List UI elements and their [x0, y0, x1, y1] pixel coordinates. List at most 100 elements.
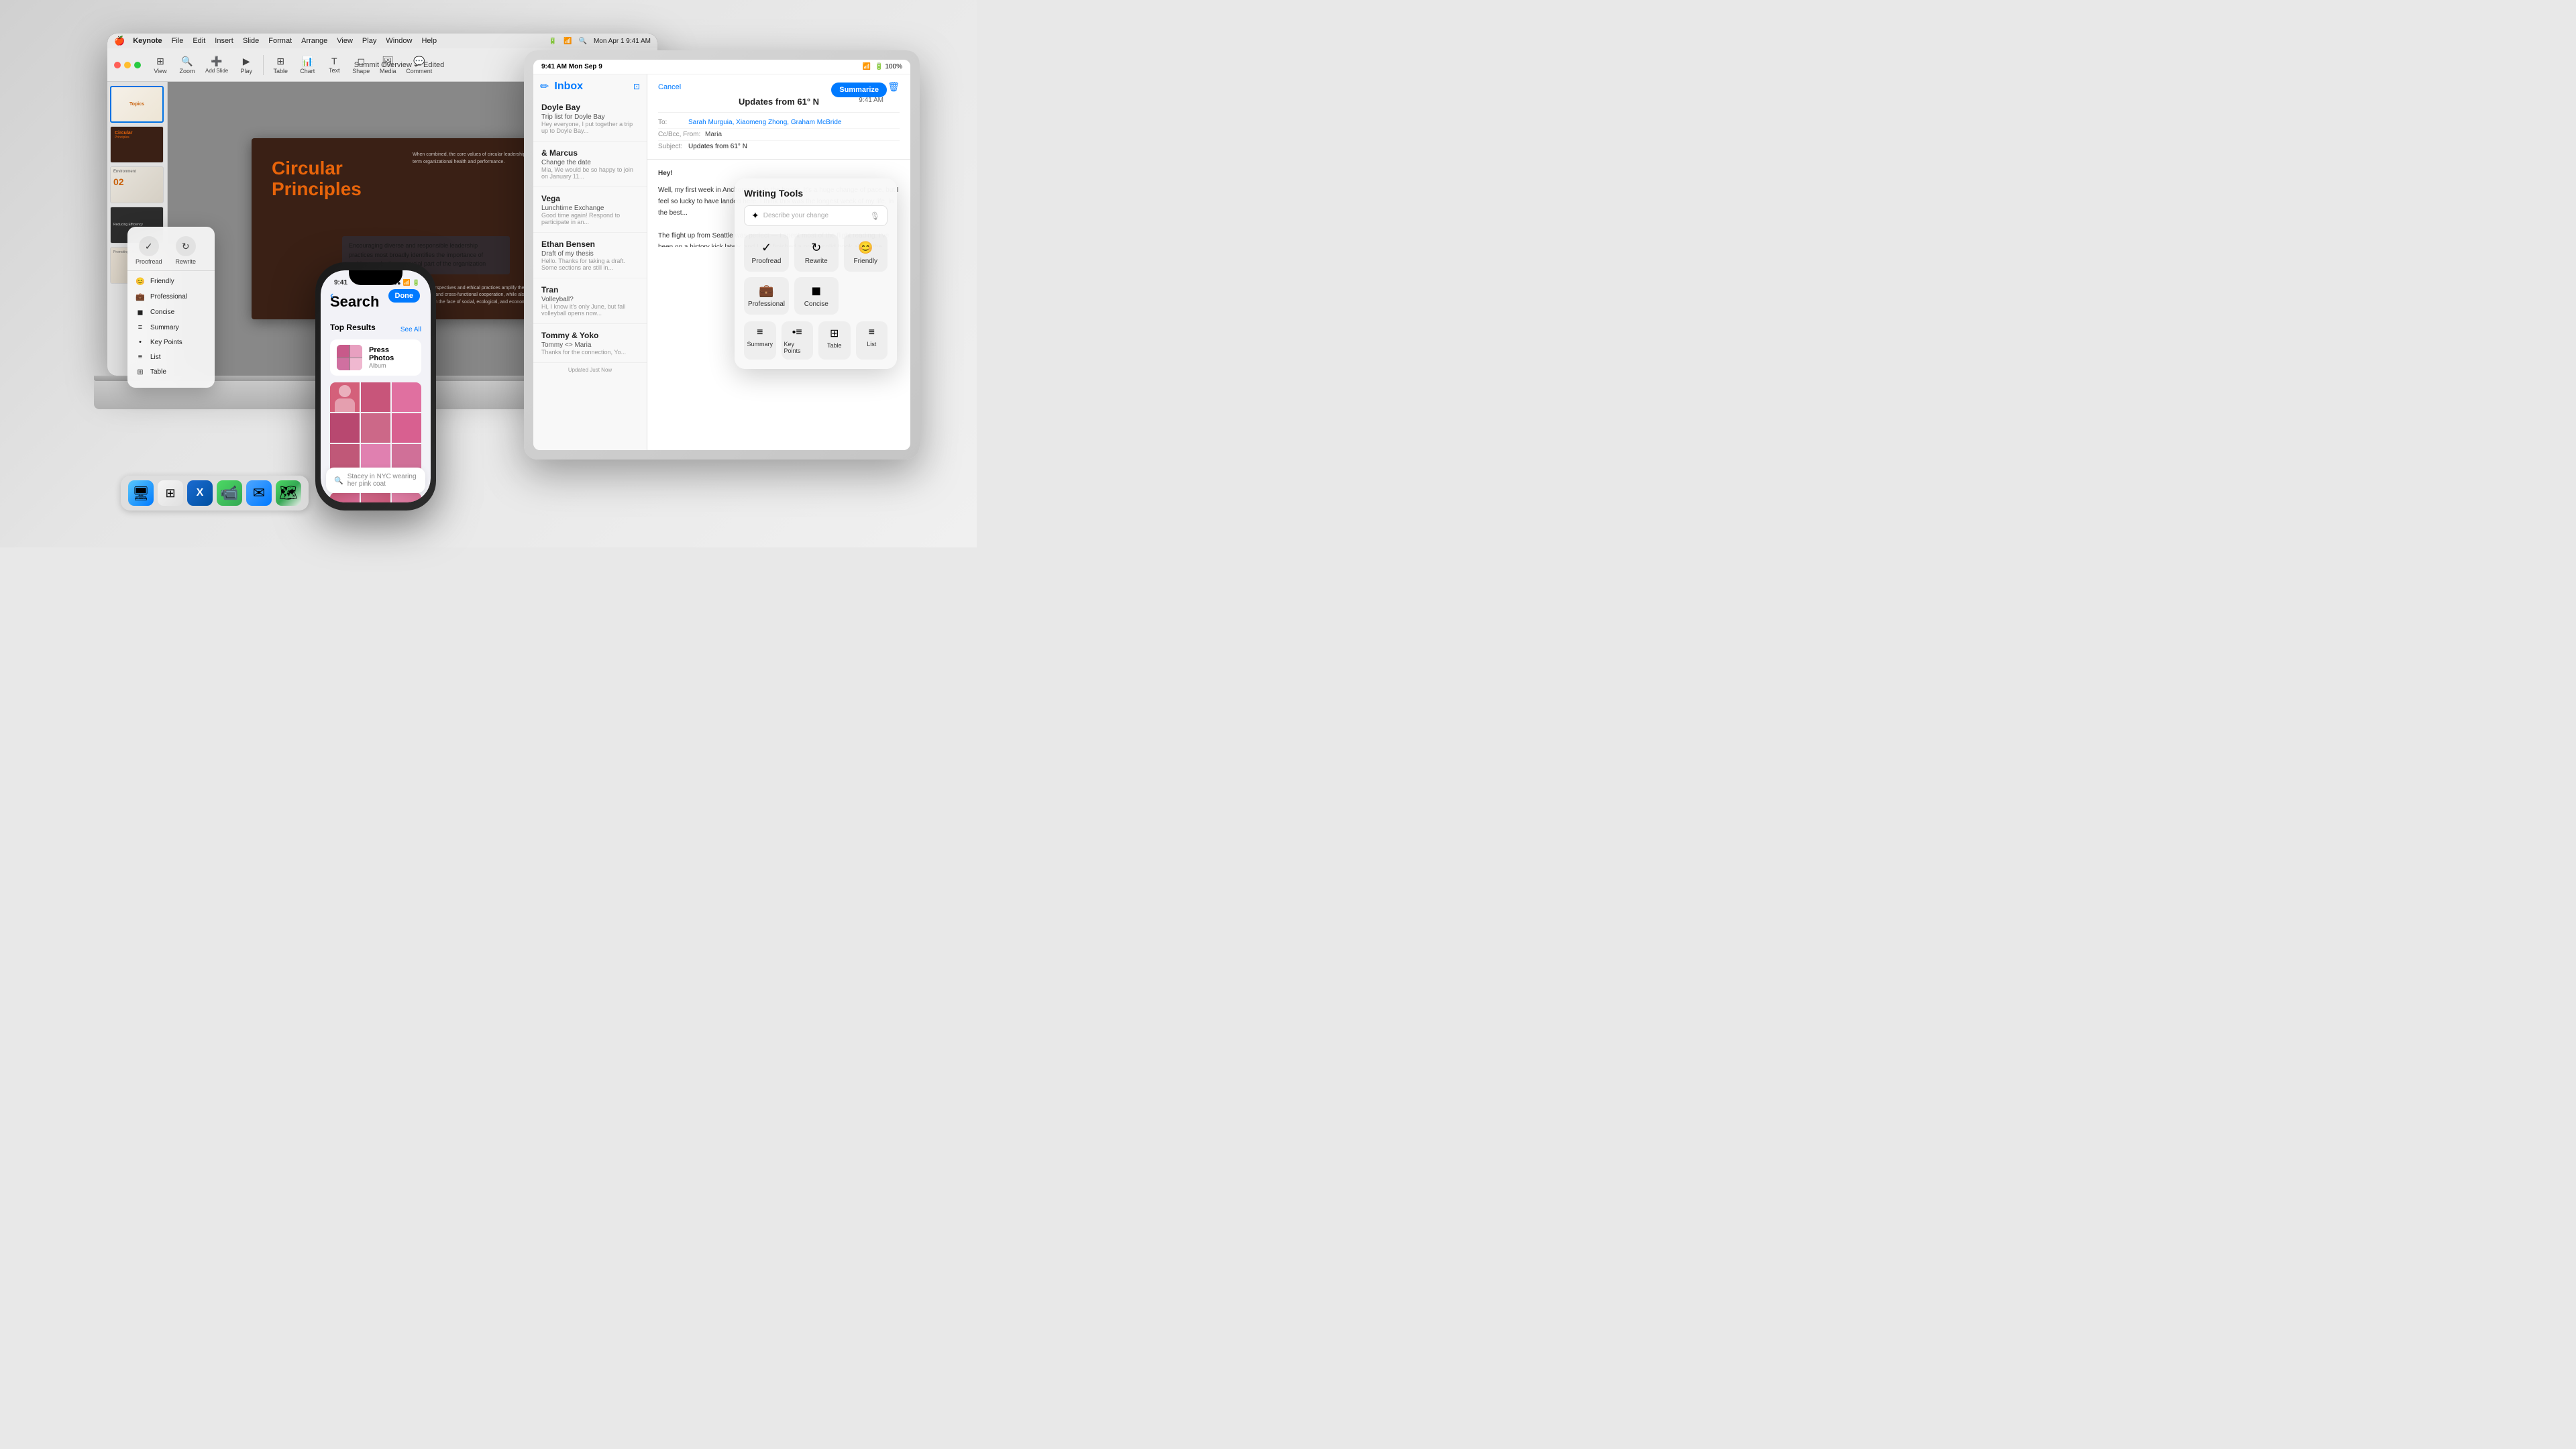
battery-icon: 🔋: [413, 279, 420, 286]
sender-5: Tran: [541, 285, 558, 294]
search-icon[interactable]: 🔍: [578, 38, 586, 45]
menu-view[interactable]: View: [337, 37, 353, 45]
result-cell-4[interactable]: [330, 413, 360, 443]
iwt-friendly-icon: 😊: [858, 241, 873, 255]
battery-icon: 🔋: [549, 38, 557, 45]
mail-item-1[interactable]: Doyle Bay Trip list for Doyle Bay Hey ev…: [533, 96, 647, 142]
toolbar-add-slide[interactable]: ➕ Add Slide: [201, 53, 232, 76]
result-cell-1[interactable]: [330, 382, 360, 412]
album-card[interactable]: Press Photos Album: [330, 339, 421, 376]
wt-item-summary[interactable]: ≡ Summary: [127, 320, 215, 335]
menu-slide[interactable]: Slide: [243, 37, 259, 45]
rewrite-icon: ↻: [176, 236, 196, 256]
done-button[interactable]: Done: [388, 289, 421, 303]
dock-facetime[interactable]: 📹: [217, 480, 242, 506]
table-icon: ⊞: [136, 368, 145, 376]
iwt-professional-icon: 💼: [759, 284, 773, 298]
iwt-rewrite-btn[interactable]: ↻ Rewrite: [794, 234, 838, 272]
wt-rewrite-btn[interactable]: ↻ Rewrite: [176, 236, 197, 265]
toolbar-chart[interactable]: 📊 Chart: [294, 53, 320, 77]
slide-2[interactable]: Circular Principles: [110, 126, 164, 163]
wt-item-table[interactable]: ⊞ Table: [127, 364, 215, 380]
menu-insert[interactable]: Insert: [215, 37, 233, 45]
wt-keypoints-label: Key Points: [150, 339, 182, 346]
menu-file[interactable]: File: [172, 37, 184, 45]
result-2[interactable]: [361, 492, 390, 502]
wt-proofread-btn[interactable]: ✓ Proofread: [136, 236, 162, 265]
preview-3: Good time again! Respond to participate …: [541, 212, 639, 225]
album-type: Album: [369, 362, 415, 369]
wt-item-concise[interactable]: ◼ Concise: [127, 305, 215, 320]
menu-edit[interactable]: Edit: [193, 37, 205, 45]
thumb-cell-3: [337, 358, 350, 371]
wt-summary-label: Summary: [150, 324, 179, 331]
result-cell-5[interactable]: [361, 413, 390, 443]
slide-3[interactable]: Environment 02: [110, 166, 164, 203]
slide-1[interactable]: Topics: [110, 86, 164, 123]
result-cell-2[interactable]: [361, 382, 390, 412]
menu-arrange[interactable]: Arrange: [301, 37, 327, 45]
menu-play[interactable]: Play: [362, 37, 376, 45]
result-cell-3[interactable]: [392, 382, 421, 412]
iwt-summary-btn[interactable]: ≡ Summary: [744, 321, 776, 360]
cancel-button[interactable]: Cancel: [658, 83, 681, 91]
iwt-placeholder: Describe your change: [763, 212, 866, 219]
wt-item-list[interactable]: ≡ List: [127, 350, 215, 364]
mic-icon[interactable]: 🎙: [870, 211, 880, 221]
mail-item-4[interactable]: Ethan Bensen Draft of my thesis Hello. T…: [533, 233, 647, 278]
apple-menu[interactable]: 🍎: [114, 36, 125, 46]
mail-item-2[interactable]: & Marcus Change the date Mia, We would b…: [533, 142, 647, 187]
iwt-table-label: Table: [827, 342, 842, 349]
wifi-icon: 📶: [564, 38, 572, 45]
friendly-icon: 😊: [136, 277, 145, 286]
iwt-list-btn[interactable]: ≡ List: [856, 321, 888, 360]
wt-item-friendly[interactable]: 😊 Friendly: [127, 274, 215, 289]
iwt-professional-btn[interactable]: 💼 Professional: [744, 277, 789, 315]
iwt-table-btn[interactable]: ⊞ Table: [818, 321, 851, 360]
fullscreen-button[interactable]: [134, 62, 141, 68]
iwt-concise-btn[interactable]: ◼ Concise: [794, 277, 838, 315]
album-thumbnail: [337, 345, 362, 370]
menu-window[interactable]: Window: [386, 37, 412, 45]
email-action-icon2[interactable]: 🗑: [888, 81, 900, 93]
iphone-search-bottom[interactable]: 🔍 Stacey in NYC wearing her pink coat: [326, 468, 425, 493]
writing-tools-mac-popup: ✓ Proofread ↻ Rewrite 😊 Friendly 💼 Profe…: [127, 227, 215, 388]
toolbar-zoom[interactable]: 🔍 Zoom: [174, 53, 200, 77]
results-grid: [330, 492, 421, 502]
summary-icon: ≡: [136, 323, 145, 331]
ipad-sidebar-icon[interactable]: ⊡: [633, 82, 640, 91]
menu-help[interactable]: Help: [421, 37, 437, 45]
result-cell-6[interactable]: [392, 413, 421, 443]
iwt-describe-input[interactable]: ✦ Describe your change 🎙: [744, 205, 888, 226]
wt-item-professional[interactable]: 💼 Professional: [127, 289, 215, 305]
back-button[interactable]: ‹: [330, 290, 333, 302]
mail-item-5[interactable]: Tran Volleyball? Hi, I know it's only Ju…: [533, 278, 647, 324]
menu-keynote[interactable]: Keynote: [133, 37, 162, 45]
dock-finder[interactable]: 🖥: [128, 480, 154, 506]
toolbar-view[interactable]: ⊞ View: [148, 53, 173, 77]
iwt-keypoints-btn[interactable]: •≡ Key Points: [782, 321, 814, 360]
iwt-friendly-btn[interactable]: 😊 Friendly: [844, 234, 888, 272]
ipad-compose-icon[interactable]: ✏: [540, 80, 549, 93]
iwt-proofread-btn[interactable]: ✓ Proofread: [744, 234, 789, 272]
search-bottom-icon: 🔍: [334, 476, 343, 485]
close-button[interactable]: [114, 62, 121, 68]
dock-maps[interactable]: 🗺: [276, 480, 301, 506]
toolbar-table[interactable]: ⊞ Table: [268, 53, 293, 77]
subject-2: Change the date: [541, 159, 639, 166]
dock-mail[interactable]: ✉: [246, 480, 272, 506]
wt-items: 😊 Friendly 💼 Professional ◼ Concise ≡ Su…: [127, 271, 215, 382]
toolbar-text[interactable]: T Text: [321, 53, 347, 76]
summarize-button[interactable]: Summarize: [831, 83, 887, 97]
wt-item-keypoints[interactable]: • Key Points: [127, 335, 215, 350]
see-all-button[interactable]: See All: [400, 326, 421, 333]
finder-icon: 🖥: [132, 485, 149, 502]
mail-item-3[interactable]: Vega Lunchtime Exchange Good time again!…: [533, 187, 647, 233]
sender-6: Tommy & Yoko: [541, 331, 598, 340]
menu-format[interactable]: Format: [268, 37, 292, 45]
dock-launchpad[interactable]: ⊞: [158, 480, 183, 506]
dock-xcode[interactable]: X: [187, 480, 213, 506]
minimize-button[interactable]: [124, 62, 131, 68]
mail-item-6[interactable]: Tommy & Yoko Tommy <> Maria Thanks for t…: [533, 324, 647, 363]
toolbar-play[interactable]: ▶ Play: [233, 53, 259, 77]
